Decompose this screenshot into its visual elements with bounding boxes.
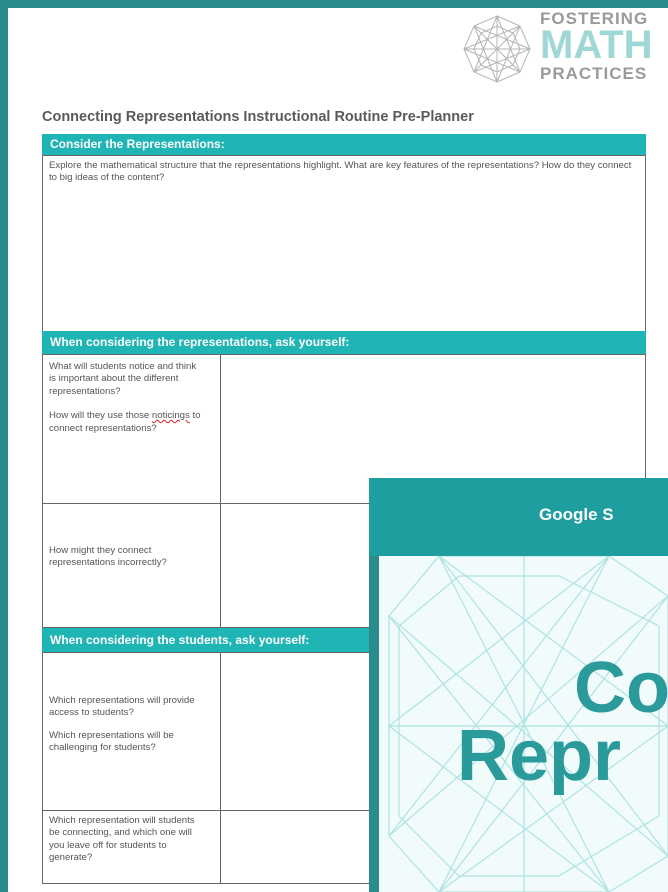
overlay-big-title-line1: Co bbox=[574, 648, 668, 728]
overlay-big-title-line2: Repr bbox=[457, 716, 622, 796]
geodesic-sphere-icon bbox=[463, 15, 531, 83]
google-slides-overlay-card[interactable]: Google S Co Repr bbox=[369, 478, 668, 892]
table-column-divider bbox=[220, 653, 221, 883]
overlay-card-title: Google S bbox=[539, 505, 614, 524]
logo-text-math: MATH bbox=[540, 23, 653, 67]
logo-text-practices: PRACTICES bbox=[540, 64, 648, 83]
question-challenging-text: Which representations will be challengin… bbox=[49, 729, 174, 754]
misspelled-word: noticings bbox=[151, 410, 190, 422]
overlay-card-preview: Co Repr bbox=[379, 556, 668, 892]
question-access-text: Which representations will provide acces… bbox=[49, 695, 195, 719]
question-notice-text: What will students notice and think is i… bbox=[49, 361, 197, 397]
question-use-noticings: How will they use those noticings to con… bbox=[49, 410, 205, 435]
table-column-divider bbox=[220, 355, 221, 627]
section-header-considering-representations: When considering the representations, as… bbox=[42, 331, 646, 354]
question-connect-incorrectly: How might they connect representations i… bbox=[49, 545, 167, 569]
representations-box: Explore the mathematical structure that … bbox=[42, 155, 646, 332]
representations-prompt: Explore the mathematical structure that … bbox=[49, 160, 632, 184]
section-header-consider-representations: Consider the Representations: bbox=[42, 134, 646, 155]
fostering-math-practices-logo: FOSTERING MATH PRACTICES bbox=[454, 8, 668, 88]
top-frame-bar bbox=[0, 0, 668, 8]
overlay-card-header: Google S bbox=[369, 478, 668, 556]
question-which-connecting: Which representation will students be co… bbox=[49, 815, 195, 864]
question-use-text-start: How will they use those bbox=[49, 410, 152, 422]
document-title: Connecting Representations Instructional… bbox=[42, 109, 474, 125]
question-notice-important: What will students notice and think is i… bbox=[49, 361, 205, 435]
question-access-challenging: Which representations will provide acces… bbox=[49, 695, 205, 755]
